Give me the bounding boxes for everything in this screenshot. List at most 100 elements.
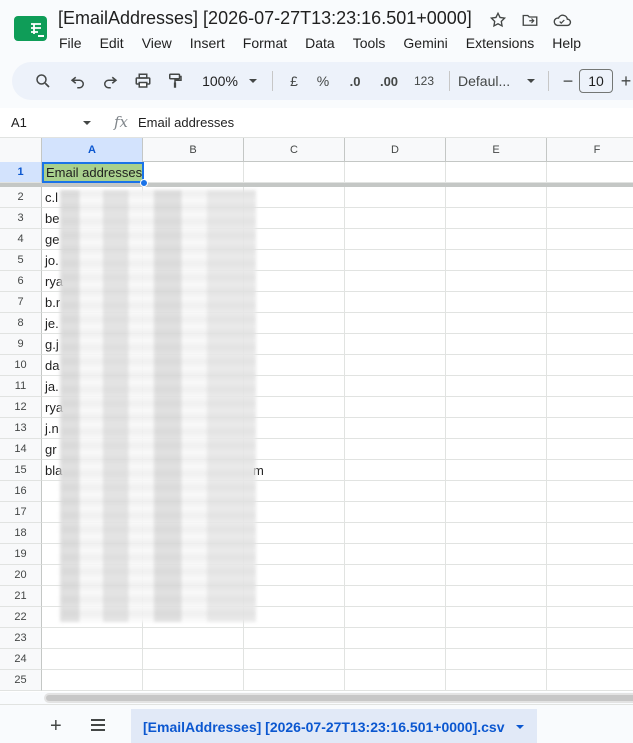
cell[interactable]	[547, 271, 633, 292]
column-header-a[interactable]: A	[42, 138, 143, 162]
number-format-button[interactable]: 123	[407, 67, 441, 95]
cell[interactable]	[446, 376, 547, 397]
cell[interactable]	[547, 334, 633, 355]
cell[interactable]	[547, 481, 633, 502]
decrease-font-size-button[interactable]: −	[557, 67, 579, 95]
menu-edit[interactable]: Edit	[91, 33, 133, 53]
cell[interactable]	[547, 544, 633, 565]
cell[interactable]	[345, 418, 446, 439]
cell[interactable]	[244, 187, 345, 208]
row-header-14[interactable]: 14	[0, 439, 42, 460]
menu-file[interactable]: File	[50, 33, 91, 53]
cell[interactable]	[345, 313, 446, 334]
column-header-f[interactable]: F	[547, 138, 633, 162]
cell[interactable]	[143, 649, 244, 670]
cell[interactable]	[244, 355, 345, 376]
cell[interactable]	[345, 376, 446, 397]
cell[interactable]	[446, 162, 547, 183]
cell[interactable]	[244, 502, 345, 523]
cell[interactable]	[547, 439, 633, 460]
row-header-7[interactable]: 7	[0, 292, 42, 313]
cell[interactable]	[446, 628, 547, 649]
cell[interactable]	[446, 292, 547, 313]
row-header-13[interactable]: 13	[0, 418, 42, 439]
cell[interactable]	[446, 271, 547, 292]
row-header-10[interactable]: 10	[0, 355, 42, 376]
menu-format[interactable]: Format	[234, 33, 296, 53]
cell[interactable]	[345, 481, 446, 502]
increase-decimal-button[interactable]: .00	[371, 67, 407, 95]
cell[interactable]	[244, 586, 345, 607]
cell[interactable]	[244, 229, 345, 250]
cell[interactable]	[345, 628, 446, 649]
row-header-18[interactable]: 18	[0, 523, 42, 544]
row-header-3[interactable]: 3	[0, 208, 42, 229]
select-all-corner[interactable]	[0, 138, 42, 162]
cell[interactable]	[547, 586, 633, 607]
menu-tools[interactable]: Tools	[344, 33, 395, 53]
menu-extensions[interactable]: Extensions	[457, 33, 543, 53]
cell[interactable]	[345, 544, 446, 565]
print-icon[interactable]	[126, 67, 160, 95]
decrease-decimal-button[interactable]: .0	[339, 67, 371, 95]
font-select[interactable]: Defaul...	[458, 67, 522, 95]
cell[interactable]	[42, 649, 143, 670]
percent-button[interactable]: %	[307, 67, 339, 95]
cell[interactable]	[143, 670, 244, 691]
cell[interactable]	[446, 544, 547, 565]
cell[interactable]	[345, 334, 446, 355]
cell[interactable]	[345, 271, 446, 292]
cell[interactable]	[547, 292, 633, 313]
spreadsheet-grid[interactable]: ABCDEF 1 2 c.l 3 be 4 ge 5 jo. 6 rya 7 b.r 8 je. 9 g.j 10…	[0, 138, 633, 692]
cell[interactable]	[244, 649, 345, 670]
cell[interactable]	[244, 418, 345, 439]
row-header-12[interactable]: 12	[0, 397, 42, 418]
cell[interactable]	[244, 544, 345, 565]
cell[interactable]	[446, 670, 547, 691]
row-header-25[interactable]: 25	[0, 670, 42, 691]
row-header-23[interactable]: 23	[0, 628, 42, 649]
row-header-4[interactable]: 4	[0, 229, 42, 250]
cell[interactable]	[547, 418, 633, 439]
cell[interactable]	[446, 397, 547, 418]
cell[interactable]	[547, 565, 633, 586]
cell[interactable]	[244, 271, 345, 292]
cell[interactable]	[446, 481, 547, 502]
star-icon[interactable]	[488, 10, 508, 30]
zoom-chevron-down-icon[interactable]	[242, 67, 264, 95]
paint-format-icon[interactable]	[160, 67, 190, 95]
row-header-5[interactable]: 5	[0, 250, 42, 271]
cell[interactable]	[345, 355, 446, 376]
cell[interactable]	[345, 208, 446, 229]
horizontal-scrollbar[interactable]	[44, 693, 633, 703]
cell[interactable]	[244, 523, 345, 544]
menu-insert[interactable]: Insert	[181, 33, 234, 53]
cell[interactable]	[345, 607, 446, 628]
column-header-d[interactable]: D	[345, 138, 446, 162]
cell[interactable]	[547, 208, 633, 229]
row-header-17[interactable]: 17	[0, 502, 42, 523]
cell[interactable]	[244, 670, 345, 691]
row-header-9[interactable]: 9	[0, 334, 42, 355]
cell[interactable]	[547, 187, 633, 208]
cell[interactable]	[547, 607, 633, 628]
cell[interactable]	[345, 523, 446, 544]
cell[interactable]	[244, 628, 345, 649]
cell-a1[interactable]: Email addresses	[42, 162, 144, 183]
row-header-1[interactable]: 1	[0, 162, 42, 183]
row-header-22[interactable]: 22	[0, 607, 42, 628]
add-sheet-button[interactable]: +	[50, 715, 62, 738]
cloud-status-icon[interactable]	[552, 10, 572, 30]
cell[interactable]	[244, 481, 345, 502]
cell[interactable]	[446, 313, 547, 334]
document-title[interactable]: [EmailAddresses] [2026-07-27T13:23:16.50…	[58, 8, 472, 29]
cell[interactable]	[42, 628, 143, 649]
cell[interactable]	[446, 208, 547, 229]
cell[interactable]	[446, 187, 547, 208]
cell[interactable]	[345, 229, 446, 250]
font-size-input[interactable]: 10	[579, 69, 613, 93]
cell[interactable]	[345, 649, 446, 670]
cell[interactable]	[244, 565, 345, 586]
cell[interactable]	[345, 460, 446, 481]
cell[interactable]	[345, 162, 446, 183]
